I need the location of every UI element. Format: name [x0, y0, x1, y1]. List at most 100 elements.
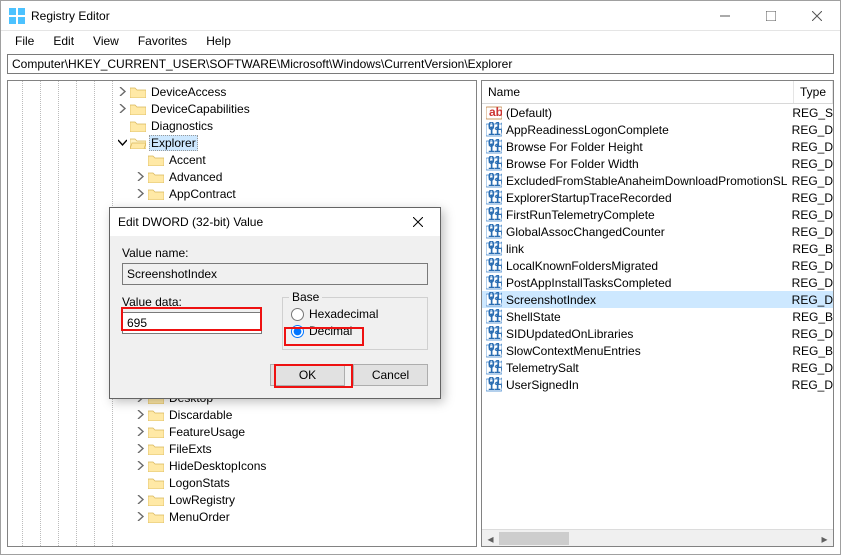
menu-favorites[interactable]: Favorites	[130, 32, 195, 50]
tree-item[interactable]: Accent	[8, 151, 476, 168]
list-row[interactable]: AppReadinessLogonCompleteREG_D	[482, 121, 833, 138]
menu-edit[interactable]: Edit	[45, 32, 82, 50]
radio-hexadecimal-label: Hexadecimal	[309, 307, 378, 321]
value-name: SlowContextMenuEntries	[506, 344, 792, 358]
tree-item-label: AppContract	[167, 187, 238, 201]
radio-hexadecimal[interactable]: Hexadecimal	[291, 307, 419, 321]
binary-value-icon	[486, 224, 502, 240]
tree-item[interactable]: HideDesktopIcons	[8, 457, 476, 474]
chevron-down-icon[interactable]	[116, 137, 128, 149]
base-fieldset: Base Hexadecimal Decimal	[282, 297, 428, 350]
list-row[interactable]: PostAppInstallTasksCompletedREG_D	[482, 274, 833, 291]
list-row[interactable]: ExplorerStartupTraceRecordedREG_D	[482, 189, 833, 206]
chevron-right-icon[interactable]	[134, 409, 146, 421]
list-row[interactable]: Browse For Folder WidthREG_D	[482, 155, 833, 172]
tree-item-label: DeviceAccess	[149, 85, 228, 99]
chevron-none	[116, 120, 128, 132]
tree-item-label: MenuOrder	[167, 510, 232, 524]
tree-item[interactable]: MenuOrder	[8, 508, 476, 525]
folder-icon	[148, 425, 164, 438]
value-data-input[interactable]	[122, 312, 262, 334]
menu-help[interactable]: Help	[198, 32, 239, 50]
value-name: AppReadinessLogonComplete	[506, 123, 792, 137]
list-row[interactable]: linkREG_B	[482, 240, 833, 257]
horizontal-scrollbar[interactable]: ◂ ▸	[482, 529, 833, 546]
value-type: REG_D	[792, 327, 833, 341]
list-row[interactable]: FirstRunTelemetryCompleteREG_D	[482, 206, 833, 223]
chevron-right-icon[interactable]	[134, 460, 146, 472]
tree-item[interactable]: Discardable	[8, 406, 476, 423]
tree-item[interactable]: LowRegistry	[8, 491, 476, 508]
list-row[interactable]: Browse For Folder HeightREG_D	[482, 138, 833, 155]
ok-button[interactable]: OK	[270, 364, 345, 386]
chevron-right-icon[interactable]	[134, 171, 146, 183]
tree-item[interactable]: DeviceCapabilities	[8, 100, 476, 117]
value-name: TelemetrySalt	[506, 361, 792, 375]
radio-hexadecimal-input[interactable]	[291, 308, 304, 321]
string-value-icon	[486, 105, 502, 121]
col-header-name[interactable]: Name	[482, 81, 794, 103]
menu-file[interactable]: File	[7, 32, 42, 50]
minimize-button[interactable]	[702, 1, 748, 31]
tree-item[interactable]: DeviceAccess	[8, 83, 476, 100]
radio-decimal-input[interactable]	[291, 325, 304, 338]
binary-value-icon	[486, 139, 502, 155]
chevron-right-icon[interactable]	[134, 188, 146, 200]
value-name: PostAppInstallTasksCompleted	[506, 276, 792, 290]
address-bar[interactable]: Computer\HKEY_CURRENT_USER\SOFTWARE\Micr…	[7, 54, 834, 74]
chevron-right-icon[interactable]	[134, 426, 146, 438]
value-type: REG_D	[792, 361, 833, 375]
folder-icon	[148, 153, 164, 166]
value-name-label: Value name:	[122, 246, 428, 260]
list-row[interactable]: LocalKnownFoldersMigratedREG_D	[482, 257, 833, 274]
list-row[interactable]: ScreenshotIndexREG_D	[482, 291, 833, 308]
list-row[interactable]: TelemetrySaltREG_D	[482, 359, 833, 376]
list-row[interactable]: SlowContextMenuEntriesREG_B	[482, 342, 833, 359]
tree-item[interactable]: Advanced	[8, 168, 476, 185]
tree-item[interactable]: AppContract	[8, 185, 476, 202]
list-row[interactable]: ExcludedFromStableAnaheimDownloadPromoti…	[482, 172, 833, 189]
binary-value-icon	[486, 275, 502, 291]
tree-item[interactable]: LogonStats	[8, 474, 476, 491]
value-name-input[interactable]	[122, 263, 428, 285]
binary-value-icon	[486, 377, 502, 393]
list-row[interactable]: GlobalAssocChangedCounterREG_D	[482, 223, 833, 240]
chevron-right-icon[interactable]	[116, 86, 128, 98]
binary-value-icon	[486, 122, 502, 138]
tree-item[interactable]: FileExts	[8, 440, 476, 457]
list-row[interactable]: UserSignedInREG_D	[482, 376, 833, 393]
close-button[interactable]	[794, 1, 840, 31]
folder-icon	[130, 85, 146, 98]
chevron-right-icon[interactable]	[116, 103, 128, 115]
folder-icon	[148, 510, 164, 523]
chevron-right-icon[interactable]	[134, 494, 146, 506]
chevron-right-icon[interactable]	[134, 443, 146, 455]
radio-decimal[interactable]: Decimal	[291, 324, 419, 338]
col-header-type[interactable]: Type	[794, 81, 833, 103]
chevron-right-icon[interactable]	[134, 511, 146, 523]
maximize-button[interactable]	[748, 1, 794, 31]
value-name: SIDUpdatedOnLibraries	[506, 327, 792, 341]
folder-icon	[148, 459, 164, 472]
dialog-title: Edit DWORD (32-bit) Value	[118, 215, 404, 229]
binary-value-icon	[486, 292, 502, 308]
value-type: REG_D	[792, 225, 833, 239]
list-row[interactable]: SIDUpdatedOnLibrariesREG_D	[482, 325, 833, 342]
tree-item[interactable]: Explorer	[8, 134, 476, 151]
value-name: ExplorerStartupTraceRecorded	[506, 191, 792, 205]
value-type: REG_D	[792, 259, 833, 273]
value-type: REG_S	[792, 106, 833, 120]
dialog-close-button[interactable]	[404, 208, 432, 236]
menu-view[interactable]: View	[85, 32, 127, 50]
cancel-button[interactable]: Cancel	[353, 364, 428, 386]
list-row[interactable]: (Default)REG_S	[482, 104, 833, 121]
tree-item-label: DeviceCapabilities	[149, 102, 252, 116]
tree-item[interactable]: FeatureUsage	[8, 423, 476, 440]
list-row[interactable]: ShellStateREG_B	[482, 308, 833, 325]
value-name: Browse For Folder Width	[506, 157, 792, 171]
app-icon	[9, 8, 25, 24]
tree-item[interactable]: Diagnostics	[8, 117, 476, 134]
list-pane[interactable]: Name Type (Default)REG_SAppReadinessLogo…	[481, 80, 834, 547]
value-type: REG_D	[792, 140, 833, 154]
value-type: REG_D	[792, 208, 833, 222]
